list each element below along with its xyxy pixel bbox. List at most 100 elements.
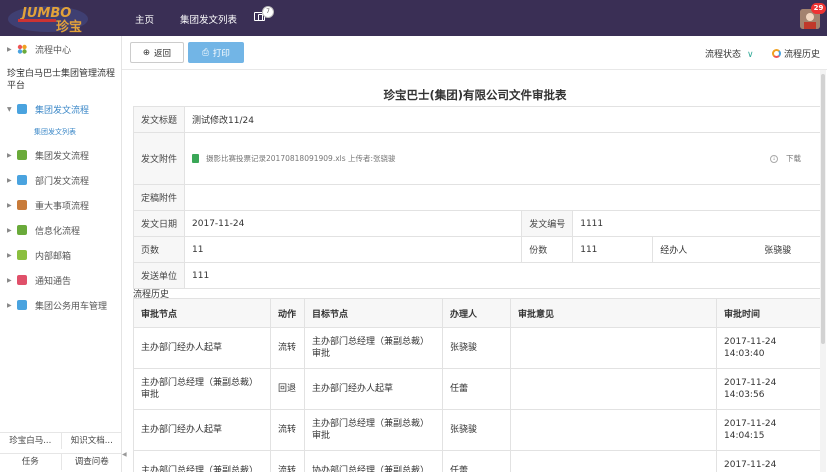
node-cell: 主办部门经办人起草 [133, 409, 271, 451]
back-button[interactable]: ⊕ 返回 [130, 42, 184, 63]
quick-link-jumbo[interactable]: 珍宝白马... [0, 433, 62, 449]
caret-right-icon: ▶ [7, 226, 12, 234]
sidebar-item-flow-center[interactable]: ▶ 流程中心 [0, 40, 122, 58]
col-node: 审批节点 [133, 298, 271, 328]
sidebar-item-major-matters[interactable]: ▶ 重大事项流程 [0, 196, 122, 214]
sidebar-item-label: 集团发文流程 [35, 151, 90, 162]
sidebar-item-label: 流程中心 [35, 45, 72, 56]
opinion-cell [510, 409, 717, 451]
final-attachment-label: 定稿附件 [132, 184, 186, 211]
sidebar-item-internal-mail[interactable]: ▶ 内部邮箱 [0, 246, 122, 264]
number-label: 发文编号 [521, 210, 574, 237]
number-value: 1111 [572, 210, 823, 237]
handler-cell: 任蕾 [442, 450, 511, 472]
history-ring-icon [772, 49, 781, 58]
sidebar-bottom-row-2: 任务 调查问卷 [0, 453, 122, 470]
caret-right-icon: ▶ [7, 276, 12, 284]
table-row: 主办部门经办人起草 流转 主办部门总经理（兼副总裁）审批 张骁骏 2017-11… [133, 409, 823, 451]
pages-value: 11 [184, 236, 523, 263]
history-header-row: 审批节点 动作 目标节点 办理人 审批意见 审批时间 [133, 298, 823, 328]
vertical-scrollbar[interactable] [820, 70, 826, 472]
xls-file-icon [192, 154, 200, 163]
sidebar-item-label: 内部邮箱 [35, 251, 72, 262]
sidebar-item-it-flow[interactable]: ▶ 信息化流程 [0, 221, 122, 239]
date-value: 2017-11-24 [184, 210, 523, 237]
target-cell: 协办部门总经理（兼副总裁） [304, 450, 443, 472]
flow-status-label: 流程状态 [705, 50, 742, 60]
table-row: 主办部门总经理（兼副总裁） 流转 协办部门总经理（兼副总裁） 任蕾 2017-1… [133, 450, 823, 472]
caret-down-icon: ▼ [7, 105, 12, 113]
opinion-cell [510, 450, 717, 472]
sidebar: ▶ 流程中心 珍宝白马巴士集团管理流程平台 ▼ 集团发文流程 集团发文列表 ▶ … [0, 36, 122, 472]
dept-doc-icon [17, 175, 27, 185]
sidebar-item-dept-doc-flow[interactable]: ▶ 部门发文流程 [0, 171, 122, 189]
history-table: 审批节点 动作 目标节点 办理人 审批意见 审批时间 主办部门经办人起草 流转 … [133, 298, 823, 472]
caret-right-icon: ▶ [7, 251, 12, 259]
col-handler: 办理人 [442, 298, 511, 328]
nav-home[interactable]: 主页 [135, 12, 154, 26]
flow-history-label: 流程历史 [784, 50, 821, 60]
sidebar-item-group-doc-flow-active[interactable]: ▼ 集团发文流程 [0, 100, 122, 118]
sidebar-sub-doc-list[interactable]: 集团发文列表 [34, 127, 76, 137]
subject-label: 发文标题 [132, 106, 186, 133]
chevron-down-icon: ∨ [747, 50, 754, 60]
sidebar-item-group-doc-flow[interactable]: ▶ 集团发文流程 [0, 146, 122, 164]
scrollbar-thumb[interactable] [821, 74, 825, 344]
download-button[interactable]: ↓ 下载 [770, 153, 801, 164]
time-cell: 2017-11-24 14:04:15 [716, 409, 823, 451]
unit-label: 发送单位 [132, 262, 186, 289]
copies-label: 份数 [521, 236, 574, 263]
page-title: 珍宝巴士(集团)有限公司文件审批表 [383, 88, 567, 102]
logo-cn-text: 珍宝 [56, 19, 82, 34]
jumbo-logo[interactable]: JUMBO 珍宝 [4, 2, 108, 34]
top-navbar: JUMBO 珍宝 主页 集团发文列表 7 29 [0, 0, 827, 36]
sidebar-item-label: 重大事项流程 [35, 201, 90, 212]
doc-info-table: 发文标题 测试修改11/24 发文附件 摄影比赛投票记录201708180919… [132, 106, 823, 289]
col-target: 目标节点 [304, 298, 443, 328]
it-flow-icon [17, 225, 27, 235]
copies-value: 111 [572, 236, 654, 263]
doc-icon [17, 150, 27, 160]
sidebar-item-notices[interactable]: ▶ 通知通告 [0, 271, 122, 289]
caret-right-icon: ▶ [7, 201, 12, 209]
flow-status-dropdown[interactable]: 流程状态 ∨ [705, 47, 754, 60]
sidebar-item-label: 信息化流程 [35, 226, 81, 237]
notice-icon [17, 275, 27, 285]
caret-right-icon: ▶ [7, 176, 12, 184]
target-cell: 主办部门总经理（兼副总裁）审批 [304, 409, 443, 451]
col-opinion: 审批意见 [510, 298, 717, 328]
handler-cell: 张骁骏 [442, 327, 511, 369]
printer-icon: ⎙ [202, 47, 209, 58]
node-cell: 主办部门总经理（兼副总裁） [133, 450, 271, 472]
caret-right-icon: ▶ [7, 45, 12, 53]
quick-link-knowledge[interactable]: 知识文档... [62, 433, 123, 449]
quick-link-survey[interactable]: 调查问卷 [62, 454, 123, 470]
platform-title: 珍宝白马巴士集团管理流程平台 [7, 69, 116, 91]
handler-value: 张骁骏 [764, 246, 792, 256]
target-cell: 主办部门总经理（兼副总裁）审批 [304, 327, 443, 369]
action-cell: 流转 [270, 409, 305, 451]
sidebar-item-vehicle-mgmt[interactable]: ▶ 集团公务用车管理 [0, 296, 122, 314]
opinion-cell [510, 327, 717, 369]
flow-center-icon [17, 44, 27, 54]
subject-value: 测试修改11/24 [184, 106, 823, 133]
download-icon: ↓ [770, 154, 778, 163]
handler-cell: 任蕾 [442, 368, 511, 410]
back-label: 返回 [154, 48, 172, 59]
unit-value: 111 [184, 262, 823, 289]
attachment-link[interactable]: 摄影比赛投票记录20170818091909.xls 上传者:张骁骏 [206, 153, 396, 164]
quick-link-tasks[interactable]: 任务 [0, 454, 62, 470]
notification-badge: 7 [262, 6, 274, 18]
node-cell: 主办部门总经理（兼副总裁）审批 [133, 368, 271, 410]
sidebar-item-label: 集团发文流程 [35, 105, 90, 116]
collapse-sidebar-icon[interactable]: ◀ [122, 440, 128, 470]
major-matters-icon [17, 200, 27, 210]
sidebar-bottom-row-1: 珍宝白马... 知识文档... [0, 432, 122, 449]
back-icon: ⊕ [142, 47, 151, 58]
flow-history-button[interactable]: 流程历史 [772, 47, 820, 60]
target-cell: 主办部门经办人起草 [304, 368, 443, 410]
download-label: 下载 [786, 154, 801, 163]
nav-doc-list[interactable]: 集团发文列表 [180, 12, 237, 26]
print-button[interactable]: ⎙ 打印 [188, 42, 244, 63]
attachment-cell: 摄影比赛投票记录20170818091909.xls 上传者:张骁骏 ↓ 下载 [184, 132, 823, 185]
